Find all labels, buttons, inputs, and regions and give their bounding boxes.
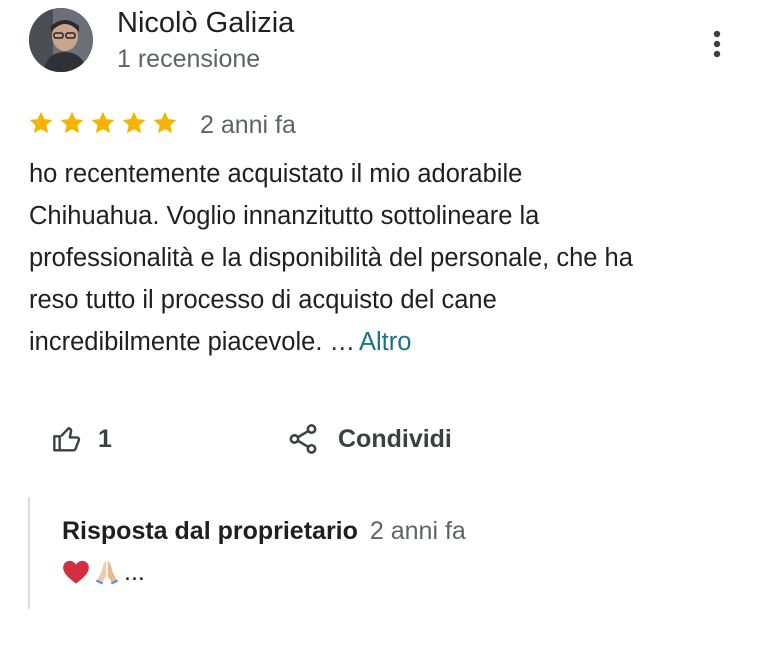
star-icon [58,109,86,141]
review-line: ho recentemente acquistato il mio adorab… [29,160,523,188]
thumb-up-icon [53,427,81,452]
reviewer-name[interactable]: Nicolò Galizia [117,4,294,42]
star-icon [89,109,117,141]
more-link[interactable]: Altro [359,328,411,356]
owner-reply-title: Risposta dal proprietario [62,517,358,545]
star-icon [120,109,148,141]
reviewer-photo [29,8,93,72]
review-line: reso tutto il processo di acquisto del c… [29,286,497,314]
review-line: Chihuahua. Voglio innanzitutto sottoline… [29,202,540,230]
review-date: 2 anni fa [200,111,296,139]
review-line: incredibilmente piacevole. … [29,328,355,356]
owner-reply-text: ... [62,555,145,589]
more-vert-icon [713,30,721,58]
like-count: 1 [98,424,112,453]
share-button[interactable]: Condividi [286,418,452,460]
red-heart-icon [63,560,89,584]
more-options-button[interactable] [700,26,734,62]
owner-reply-date: 2 anni fa [369,517,466,545]
share-icon [289,424,317,454]
owner-reply-ellipsis: ... [124,557,145,586]
review-line: professionalità e la disponibilità del p… [29,244,633,272]
star-icon [27,109,55,141]
reviewer-review-count: 1 recensione [117,45,261,73]
avatar[interactable] [29,8,93,72]
share-label: Condividi [338,424,452,453]
star-rating [27,109,179,141]
owner-reply-header: Risposta dal proprietario 2 anni fa [62,514,466,548]
review-text: ho recentemente acquistato il mio adorab… [29,153,729,363]
reply-divider [28,497,30,609]
review-line-last: incredibilmente piacevole. … Altro [29,321,729,363]
star-icon [151,109,179,141]
like-button[interactable]: 1 [50,418,112,460]
folded-hands-icon [95,560,119,585]
